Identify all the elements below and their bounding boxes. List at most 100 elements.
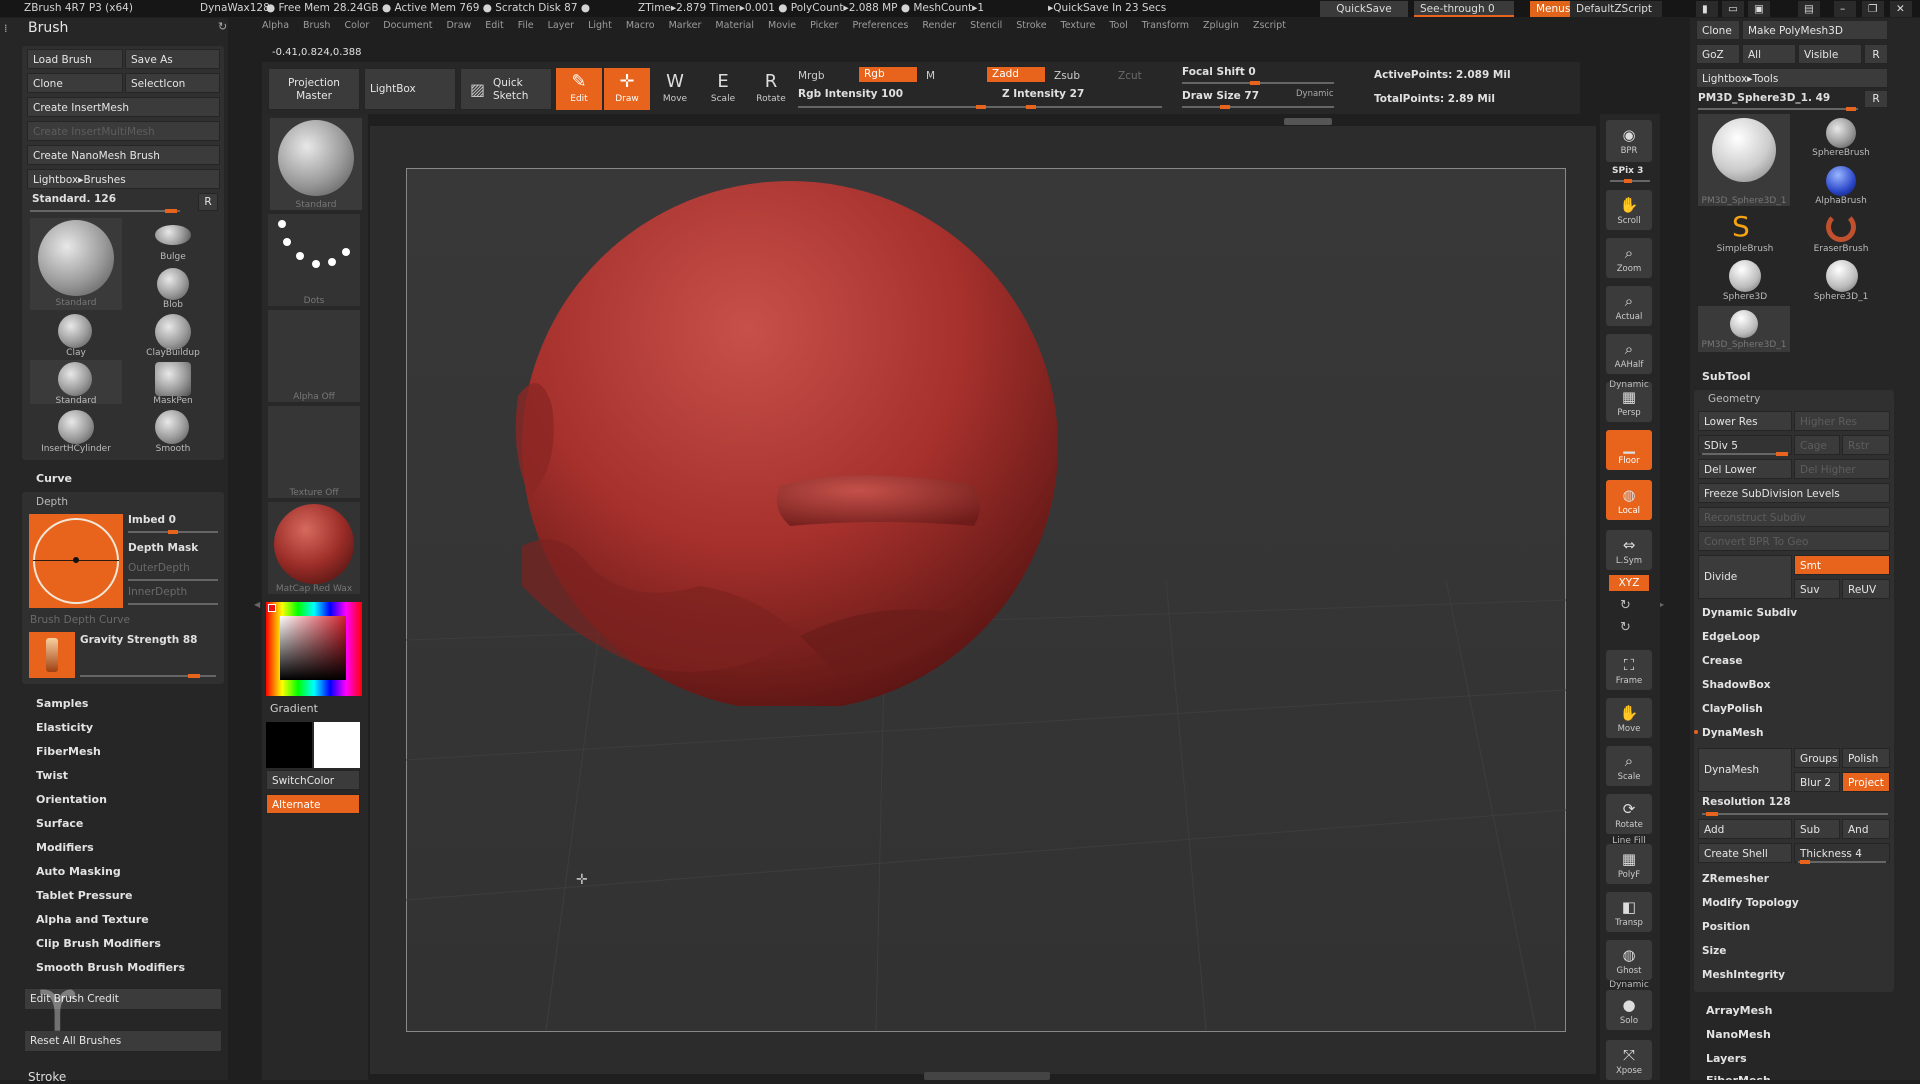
subtool-section[interactable]: SubTool: [1702, 370, 1751, 383]
scale-mode-button[interactable]: E Scale: [700, 68, 746, 110]
menu-preferences[interactable]: Preferences: [852, 20, 908, 31]
restore-icon[interactable]: ❐: [1862, 1, 1884, 17]
brush-menu-item[interactable]: Smooth Brush Modifiers: [36, 961, 185, 974]
bulge-brush-icon[interactable]: [155, 225, 191, 245]
dynamesh-button[interactable]: DynaMesh: [1698, 748, 1792, 792]
secondary-color-swatch[interactable]: [314, 722, 360, 768]
geometry-menu-item[interactable]: Crease: [1702, 655, 1742, 667]
brush-menu-item[interactable]: Tablet Pressure: [36, 889, 132, 902]
menu-zscript[interactable]: Zscript: [1253, 20, 1286, 31]
create-insertmultimesh-button[interactable]: Create InsertMultiMesh: [27, 121, 220, 141]
goz-button[interactable]: GoZ: [1696, 44, 1740, 64]
bottom-scroll-handle[interactable]: [924, 1072, 1050, 1080]
higher-res-button[interactable]: Higher Res: [1794, 411, 1890, 431]
layout-icon[interactable]: ▭: [1722, 1, 1744, 17]
view-tool-lsym[interactable]: ⇔ L.Sym: [1606, 530, 1652, 570]
goz-all-button[interactable]: All: [1742, 44, 1796, 64]
tool-menu-item[interactable]: ArrayMesh: [1706, 1004, 1772, 1017]
menu-color[interactable]: Color: [344, 20, 369, 31]
depth-mask-toggle[interactable]: Depth Mask: [128, 542, 198, 554]
brush-menu-item[interactable]: Modifiers: [36, 841, 94, 854]
blob-brush-icon[interactable]: [157, 268, 189, 300]
dynawax-sphere-model[interactable]: [500, 166, 1080, 706]
geometry-menu-item[interactable]: EdgeLoop: [1702, 631, 1760, 643]
menu-tool[interactable]: Tool: [1109, 20, 1127, 31]
edit-button[interactable]: ✎ Edit: [556, 68, 602, 110]
alternate-button[interactable]: Alternate: [266, 794, 360, 814]
menu-material[interactable]: Material: [715, 20, 754, 31]
xyz-symmetry-button[interactable]: XYZ: [1608, 574, 1650, 592]
color-saturation-box[interactable]: [280, 616, 346, 680]
polish-toggle[interactable]: Polish: [1842, 748, 1890, 768]
collapse-left-icon[interactable]: ◀: [254, 600, 260, 609]
menu-draw[interactable]: Draw: [446, 20, 471, 31]
main-color-swatch[interactable]: [266, 722, 312, 768]
tool-r-button[interactable]: R: [1864, 90, 1888, 108]
inserthcylinder-brush-icon[interactable]: [58, 410, 94, 444]
tool-menu-item[interactable]: NanoMesh: [1706, 1028, 1771, 1041]
menu-texture[interactable]: Texture: [1061, 20, 1096, 31]
view-tool-xpose[interactable]: ⤧ Xpose: [1606, 1040, 1652, 1080]
groups-toggle[interactable]: Groups: [1794, 748, 1840, 768]
focal-shift-slider[interactable]: [1182, 81, 1334, 85]
draw-button[interactable]: ✛ Draw: [604, 68, 650, 110]
brush-r-button[interactable]: R: [198, 193, 218, 211]
geometry-menu-item[interactable]: ShadowBox: [1702, 679, 1771, 691]
projection-master-button[interactable]: Projection Master: [268, 68, 360, 110]
minimize-icon[interactable]: –: [1834, 1, 1856, 17]
view-tool-bpr[interactable]: ◉ BPR: [1606, 120, 1652, 162]
geometry-menu-item[interactable]: ClayPolish: [1702, 703, 1763, 715]
tool-slider[interactable]: [1698, 107, 1858, 111]
palette-icon[interactable]: ▮: [1696, 1, 1718, 17]
smt-toggle[interactable]: Smt: [1794, 555, 1890, 575]
window-icon[interactable]: ▣: [1748, 1, 1770, 17]
reconstruct-subdiv-button[interactable]: Reconstruct Subdiv: [1698, 507, 1890, 527]
outer-depth-slider[interactable]: [128, 579, 218, 581]
brush-menu-item[interactable]: Alpha and Texture: [36, 913, 149, 926]
texture-thumbnail[interactable]: [268, 406, 360, 498]
view-tool-zoom[interactable]: ⌕ Zoom: [1606, 238, 1652, 278]
view-tool-floor[interactable]: ▁ Floor: [1606, 430, 1652, 470]
mrgb-button[interactable]: Mrgb: [798, 70, 825, 82]
alphabrush-icon[interactable]: [1826, 166, 1856, 196]
save-as-button[interactable]: Save As: [125, 49, 220, 69]
geometry-menu-item[interactable]: MeshIntegrity: [1702, 969, 1785, 981]
menu-movie[interactable]: Movie: [768, 20, 796, 31]
resolution-slider[interactable]: [1702, 812, 1888, 816]
view-tool-polyf[interactable]: ▦ PolyF: [1606, 844, 1652, 884]
menu-alpha[interactable]: Alpha: [262, 20, 289, 31]
geometry-menu-item[interactable]: Position: [1702, 921, 1750, 933]
rotate-y-icon[interactable]: ↻: [1620, 598, 1631, 613]
geometry-menu-item[interactable]: DynaMesh: [1702, 727, 1763, 739]
clone-brush-button[interactable]: Clone: [27, 73, 123, 93]
brush-menu-item[interactable]: Twist: [36, 769, 68, 782]
menu-macro[interactable]: Macro: [626, 20, 655, 31]
brush-menu-item[interactable]: Orientation: [36, 793, 107, 806]
select-icon-button[interactable]: SelectIcon: [125, 73, 220, 93]
goz-r-button[interactable]: R: [1864, 44, 1888, 64]
view-tool-actual[interactable]: ⌕ Actual: [1606, 286, 1652, 326]
stroke-palette-title[interactable]: Stroke: [28, 1070, 66, 1084]
see-through-slider[interactable]: See-through 0: [1414, 1, 1514, 17]
brush-depth-curve[interactable]: Brush Depth Curve: [30, 614, 130, 626]
blur-slider[interactable]: Blur 2: [1794, 772, 1840, 792]
geometry-menu-item[interactable]: ZRemesher: [1702, 873, 1769, 885]
brush-menu-item[interactable]: FiberMesh: [36, 745, 101, 758]
menu-picker[interactable]: Picker: [810, 20, 838, 31]
menu-light[interactable]: Light: [588, 20, 612, 31]
clay-brush-icon[interactable]: [58, 314, 92, 348]
view-tool-aahalf[interactable]: ⌕ AAHalf: [1606, 334, 1652, 374]
suv-toggle[interactable]: Suv: [1794, 579, 1840, 599]
rotate-z-icon[interactable]: ↻: [1620, 620, 1631, 635]
make-polymesh-button[interactable]: Make PolyMesh3D: [1742, 20, 1888, 40]
rstr-button[interactable]: Rstr: [1842, 435, 1890, 455]
clone-tool-button[interactable]: Clone: [1696, 20, 1740, 40]
menu-stroke[interactable]: Stroke: [1016, 20, 1046, 31]
and-button[interactable]: And: [1842, 819, 1890, 839]
close-icon[interactable]: ✕: [1890, 1, 1912, 17]
view-tool-scroll[interactable]: ✋ Scroll: [1606, 190, 1652, 230]
menu-document[interactable]: Document: [383, 20, 432, 31]
menu-file[interactable]: File: [518, 20, 534, 31]
lightbox-brushes-button[interactable]: Lightbox▸Brushes: [27, 169, 220, 189]
z-intensity-slider[interactable]: [986, 105, 1162, 109]
